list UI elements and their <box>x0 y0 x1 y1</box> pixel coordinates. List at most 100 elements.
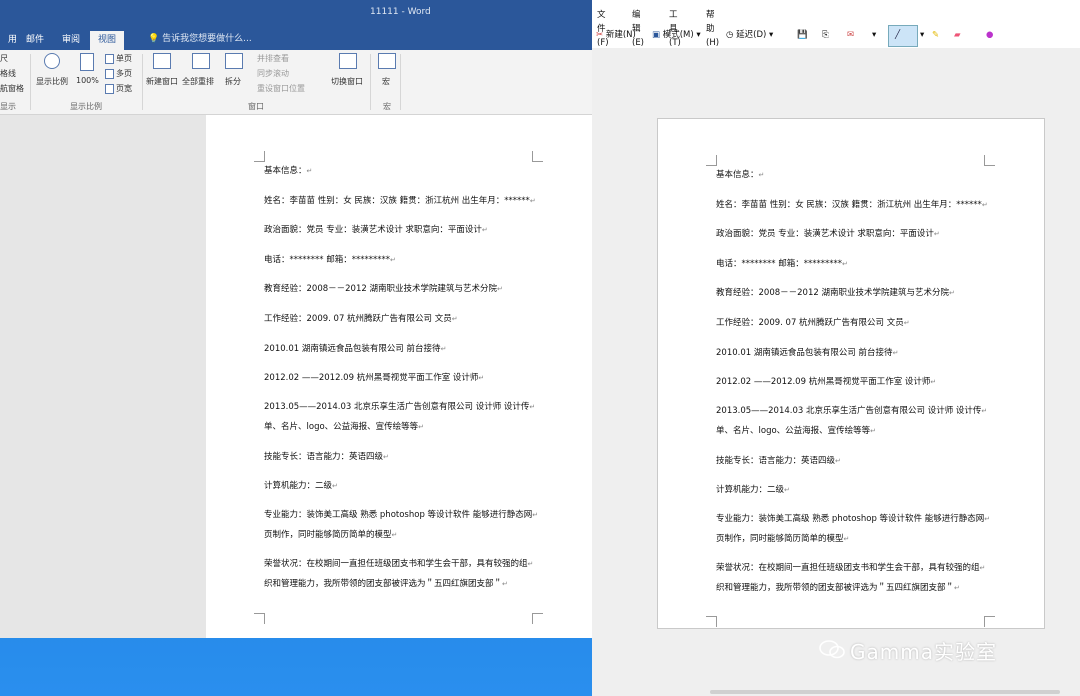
captured-doc-line-text: 姓名：李苗苗 性别：女 民族：汉族 籍贯：浙江杭州 出生年月：****** <box>716 200 982 210</box>
tab-mailings[interactable]: 邮件 <box>18 31 52 50</box>
paragraph-mark-icon: ↵ <box>440 345 447 353</box>
split-button[interactable]: 拆分 <box>225 76 241 87</box>
mode-button[interactable]: ▣ 模式(M) ▾ <box>652 28 701 42</box>
show-group-label: 显示 <box>0 102 16 111</box>
multi-page-button[interactable]: 多页 <box>116 68 132 79</box>
paragraph-mark-icon: ↵ <box>984 515 991 523</box>
side-by-side-button[interactable]: 并排查看 <box>257 53 289 64</box>
word-doc-line-text: 页制作，同时能够简历简单的模型 <box>264 530 392 540</box>
page-width-icon <box>105 84 114 94</box>
word-doc-line-text: 姓名：李苗苗 性别：女 民族：汉族 籍贯：浙江杭州 出生年月：****** <box>264 196 530 206</box>
send-dropdown-icon[interactable]: ▾ <box>872 28 876 42</box>
pen-button[interactable] <box>888 25 918 47</box>
paragraph-mark-icon: ↵ <box>532 511 539 519</box>
captured-doc-line-text: 荣誉状况：在校期间一直担任班级团支书和学生会干部，具有较强的组 <box>716 563 980 573</box>
zoom-icon[interactable] <box>44 53 60 69</box>
captured-doc-line: 荣誉状况：在校期间一直担任班级团支书和学生会干部，具有较强的组↵ <box>716 562 985 574</box>
word-window: 11111 - Word 用 邮件 审阅 视图 💡 告诉我您想要做什么... 尺… <box>0 0 592 638</box>
word-doc-line-text: 单、名片、logo、公益海报、宣传绘等等 <box>264 422 419 432</box>
captured-doc-line-text: 电话：******** 邮箱：********* <box>716 259 842 269</box>
word-document-area: 基本信息：↵ 姓名：李苗苗 性别：女 民族：汉族 籍贯：浙江杭州 出生年月：***… <box>0 115 592 638</box>
mode-label: 模式(M) <box>662 30 694 40</box>
captured-doc-line: 基本信息：↵ <box>716 169 764 181</box>
watermark-text: Gamma实验室 <box>850 640 997 664</box>
new-window-button[interactable]: 新建窗口 <box>146 76 178 87</box>
save-icon[interactable]: 💾 <box>797 28 808 42</box>
new-icon: ✂ <box>596 30 604 40</box>
captured-doc-line-text: 专业能力：装饰美工高级 熟悉 photoshop 等设计软件 能够进行静态网 <box>716 514 985 524</box>
tab-view[interactable]: 视图 <box>90 31 125 50</box>
tab-review[interactable]: 审阅 <box>54 31 88 50</box>
word-page[interactable]: 基本信息：↵ 姓名：李苗苗 性别：女 民族：汉族 籍贯：浙江杭州 出生年月：***… <box>206 115 592 638</box>
new-button[interactable]: ✂ 新建(N) <box>596 28 636 42</box>
color-picker-icon[interactable]: ● <box>986 28 993 42</box>
hundred-percent-button[interactable]: 100% <box>76 76 99 85</box>
sync-scroll-button[interactable]: 同步滚动 <box>257 68 289 79</box>
send-icon[interactable]: ✉ <box>847 28 854 42</box>
wechat-icon <box>819 640 845 659</box>
word-doc-line-text: 2010.01 湖南镇远食品包装有限公司 前台接待 <box>264 344 441 354</box>
paragraph-mark-icon: ↵ <box>451 315 458 323</box>
one-page-button[interactable]: 单页 <box>116 53 132 64</box>
captured-doc-line: 页制作，同时能够简历简单的模型↵ <box>716 533 849 545</box>
captured-doc-line: 工作经验：2009. 07 杭州腾跃广告有限公司 文员↵ <box>716 317 910 329</box>
eraser-icon[interactable]: ▰ <box>954 28 961 42</box>
macro-group-label: 宏 <box>383 102 391 111</box>
captured-doc-line-text: 计算机能力：二级 <box>716 485 785 495</box>
delay-button[interactable]: ◷ 延迟(D) ▾ <box>726 28 773 42</box>
word-doc-line: 电话：******** 邮箱：*********↵ <box>264 254 396 266</box>
word-doc-line: 教育经验：2008－－2012 湖南职业技术学院建筑与艺术分院↵ <box>264 283 503 295</box>
captured-doc-line: 2010.01 湖南镇远食品包装有限公司 前台接待↵ <box>716 347 898 359</box>
word-doc-line-text: 计算机能力：二级 <box>264 481 333 491</box>
highlighter-icon[interactable]: ✎ <box>932 28 939 42</box>
captured-doc-line: 姓名：李苗苗 性别：女 民族：汉族 籍贯：浙江杭州 出生年月：******↵ <box>716 199 988 211</box>
paragraph-mark-icon: ↵ <box>930 378 937 386</box>
nav-pane-checkbox[interactable]: 航窗格 <box>0 83 24 94</box>
paragraph-mark-icon: ↵ <box>529 197 536 205</box>
new-window-icon[interactable] <box>153 53 171 69</box>
paragraph-mark-icon: ↵ <box>418 423 425 431</box>
macro-icon[interactable] <box>378 53 396 69</box>
ruler-checkbox[interactable]: 尺 <box>0 53 8 64</box>
word-doc-line-text: 工作经验：2009. 07 杭州腾跃广告有限公司 文员 <box>264 314 452 324</box>
captured-doc-line: 专业能力：装饰美工高级 熟悉 photoshop 等设计软件 能够进行静态网↵ <box>716 513 990 525</box>
captured-doc-line-text: 教育经验：2008－－2012 湖南职业技术学院建筑与艺术分院 <box>716 288 949 298</box>
word-doc-line: 2013.05——2014.03 北京乐享生活广告创意有限公司 设计师 设计传↵ <box>264 401 535 413</box>
word-doc-line: 单、名片、logo、公益海报、宣传绘等等↵ <box>264 421 424 433</box>
horizontal-scrollbar[interactable] <box>710 690 1060 694</box>
hundred-percent-icon[interactable] <box>80 53 94 71</box>
toolbar: ✂ 新建(N) ▣ 模式(M) ▾ ◷ 延迟(D) ▾ 💾 ⎘ ✉ ▾ ╱ ▾ … <box>592 23 1080 47</box>
arrange-all-button[interactable]: 全部重排 <box>182 76 214 87</box>
paragraph-mark-icon: ↵ <box>979 564 986 572</box>
captured-doc-line-text: 2012.02 ——2012.09 杭州黑哥视觉平面工作室 设计师 <box>716 377 931 387</box>
word-title: 11111 - Word <box>370 7 431 17</box>
paragraph-mark-icon: ↵ <box>933 230 940 238</box>
pen-dropdown-icon[interactable]: ▾ <box>920 28 924 42</box>
paragraph-mark-icon: ↵ <box>332 482 338 490</box>
captured-doc-line-text: 页制作，同时能够简历简单的模型 <box>716 534 844 544</box>
paragraph-mark-icon: ↵ <box>502 580 508 588</box>
captured-doc-line-text: 织和管理能力，我所带领的团支部被评选为＂五四红旗团支部＂ <box>716 583 955 593</box>
paragraph-mark-icon: ↵ <box>903 319 910 327</box>
zoom-button[interactable]: 显示比例 <box>36 76 68 87</box>
gridlines-checkbox[interactable]: 格线 <box>0 68 16 79</box>
arrange-all-icon[interactable] <box>192 53 210 69</box>
page-width-button[interactable]: 页宽 <box>116 83 132 94</box>
word-doc-line-text: 2013.05——2014.03 北京乐享生活广告创意有限公司 设计师 设计传 <box>264 402 530 412</box>
word-doc-line-text: 织和管理能力，我所带领的团支部被评选为＂五四红旗团支部＂ <box>264 579 503 589</box>
word-doc-line: 政治面貌：党员 专业：装潢艺术设计 求职意向：平面设计↵ <box>264 224 488 236</box>
captured-page: 基本信息：↵ 姓名：李苗苗 性别：女 民族：汉族 籍贯：浙江杭州 出生年月：***… <box>657 118 1045 629</box>
split-icon[interactable] <box>225 53 243 69</box>
switch-window-icon[interactable] <box>339 53 357 69</box>
paragraph-mark-icon: ↵ <box>835 457 841 465</box>
pen-icon: ╱ <box>895 30 901 40</box>
word-doc-line: 织和管理能力，我所带领的团支部被评选为＂五四红旗团支部＂↵ <box>264 578 508 590</box>
tell-me-box[interactable]: 💡 告诉我您想要做什么... <box>148 32 252 47</box>
word-doc-line-text: 基本信息： <box>264 166 307 176</box>
copy-icon[interactable]: ⎘ <box>822 28 829 42</box>
captured-doc-line-text: 单、名片、logo、公益海报、宣传绘等等 <box>716 426 871 436</box>
paragraph-mark-icon: ↵ <box>843 535 850 543</box>
reset-window-button[interactable]: 重设窗口位置 <box>257 83 305 94</box>
macro-button[interactable]: 宏 <box>382 76 390 87</box>
switch-window-button[interactable]: 切换窗口 <box>331 76 363 87</box>
